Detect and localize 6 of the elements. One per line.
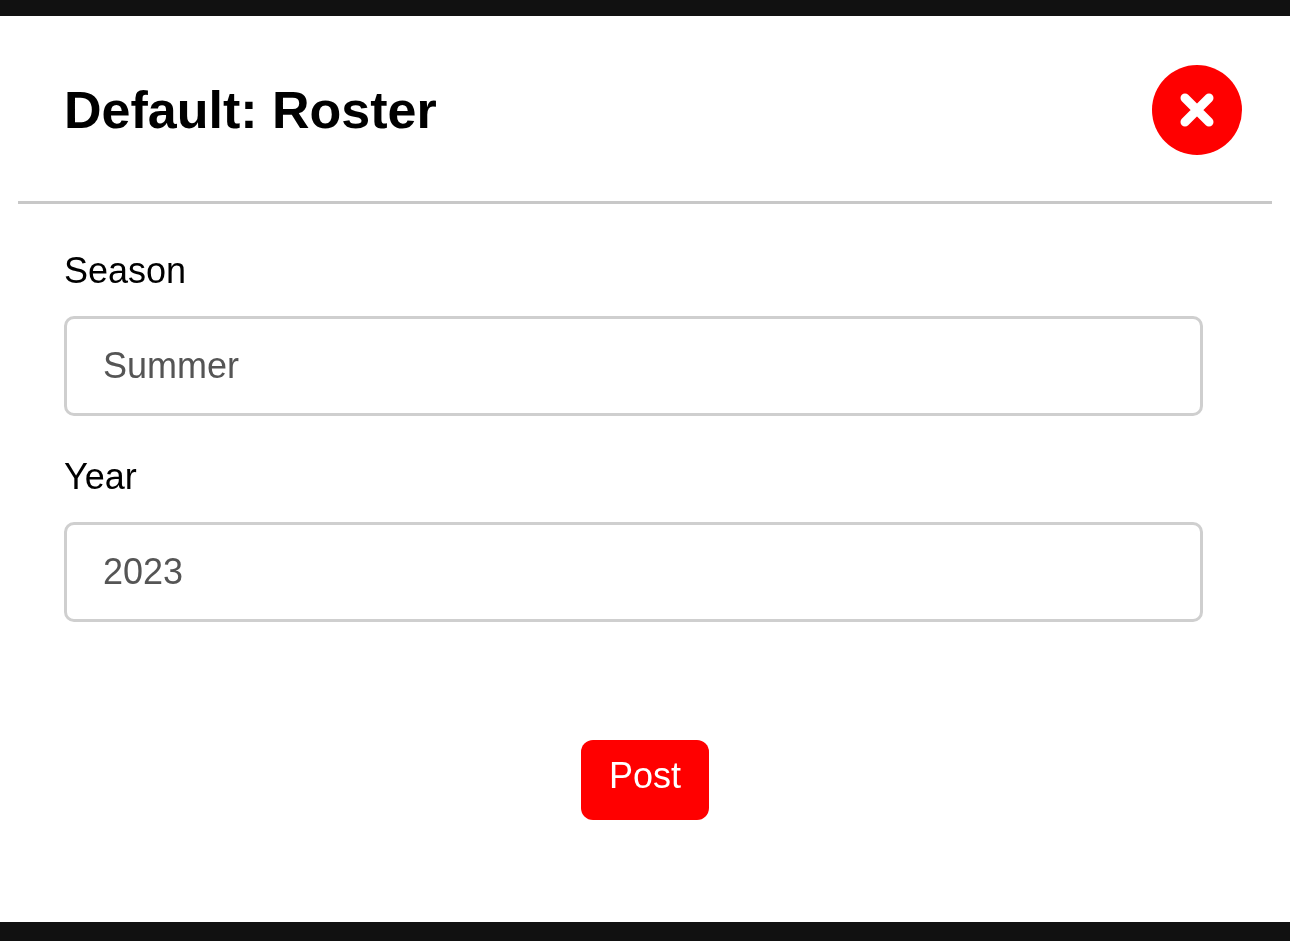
field-label: Season: [64, 250, 188, 292]
field-label: Year: [64, 456, 138, 498]
post-button[interactable]: Post: [581, 740, 709, 820]
input-field[interactable]: 2023: [64, 522, 1203, 622]
dialog-title: Default: Roster: [64, 80, 437, 140]
input-field[interactable]: Summer: [64, 316, 1203, 416]
